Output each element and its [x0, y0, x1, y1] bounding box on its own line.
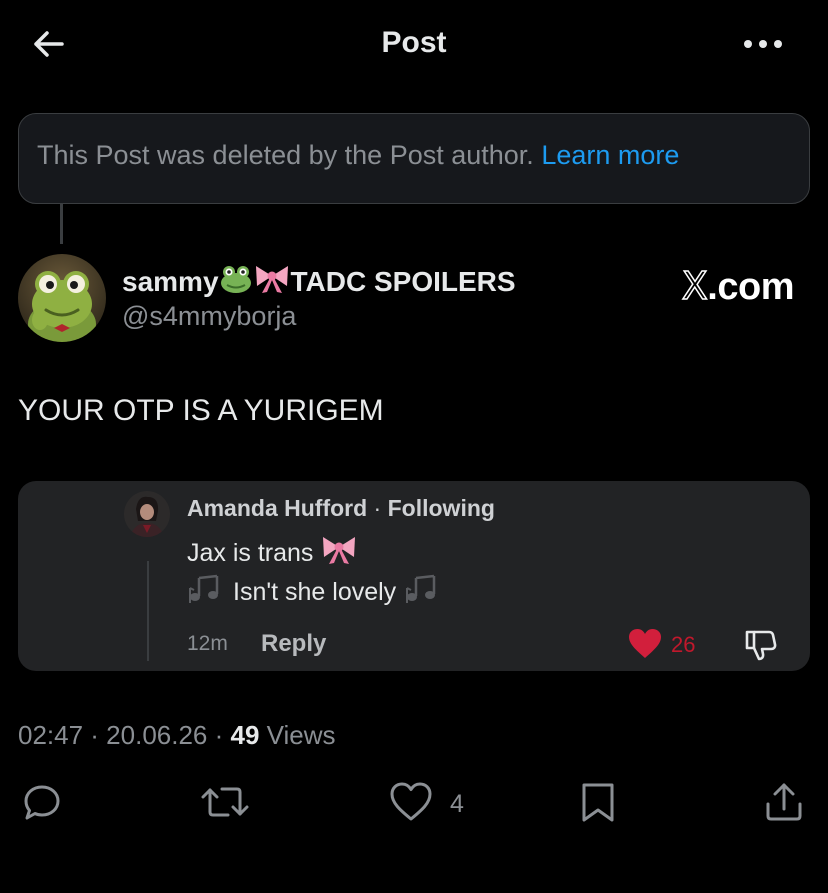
quote-author-avatar[interactable] — [124, 491, 170, 537]
bookmark-icon — [582, 783, 614, 822]
views-label: Views — [259, 720, 336, 750]
deleted-notice-message: This Post was deleted by the Post author… — [37, 140, 534, 170]
share-icon — [766, 783, 802, 821]
post-meta: 02:47 · 20.06.26 · 49 Views — [18, 720, 336, 751]
musical-notes-emoji-icon — [187, 574, 225, 613]
x-logo-letter: X — [681, 263, 709, 309]
heart-filled-icon[interactable] — [628, 628, 662, 660]
following-label: Following — [387, 495, 495, 521]
share-button[interactable] — [762, 780, 806, 828]
quote-like-count: 26 — [671, 632, 696, 657]
repost-icon — [201, 787, 249, 817]
ribbon-emoji-icon — [253, 264, 291, 301]
x-logo-domain: .com — [707, 266, 794, 308]
x-com-watermark: X.com — [681, 263, 794, 309]
quote-line2-text: Isn't she lovely — [233, 578, 397, 606]
post-body-text: YOUR OTP IS A YURIGEM — [18, 394, 384, 427]
deleted-notice-text: This Post was deleted by the Post author… — [37, 140, 679, 171]
repost-button[interactable] — [200, 780, 250, 828]
quote-author-line: Amanda Hufford · Following — [187, 495, 495, 522]
quote-reply-button[interactable]: Reply — [261, 630, 326, 658]
quote-separator: · — [367, 495, 388, 521]
quote-line1-text: Jax is trans — [187, 539, 314, 567]
heart-icon — [390, 782, 432, 821]
quote-timestamp: 12m — [187, 632, 228, 655]
author-name-suffix: TADC SPOILERS — [290, 266, 516, 297]
like-count: 4 — [450, 790, 464, 818]
author-display-name[interactable]: sammy TADC SPOILERS — [122, 264, 516, 301]
post-actions-bar: 4 — [0, 780, 828, 830]
person-avatar-image — [124, 491, 170, 537]
author-handle[interactable]: @s4mmyborja — [122, 301, 296, 332]
more-options-button[interactable] — [738, 28, 788, 60]
arrow-left-icon — [34, 31, 64, 57]
thumbs-down-icon[interactable] — [743, 627, 779, 663]
frog-emoji-icon — [219, 264, 253, 301]
musical-notes-emoji-icon — [404, 574, 442, 613]
author-avatar[interactable] — [18, 254, 106, 342]
page-title: Post — [381, 26, 447, 59]
reply-icon — [24, 785, 60, 820]
author-name-text: sammy — [122, 266, 219, 297]
deleted-post-notice: This Post was deleted by the Post author… — [18, 113, 810, 204]
thread-connector — [60, 204, 63, 244]
frog-character-avatar-image — [18, 254, 106, 342]
views-count: 49 — [230, 720, 260, 750]
quote-text-line-2: Isn't she lovely — [187, 574, 442, 613]
post-timestamp: 02:47 · 20.06.26 · — [18, 720, 231, 750]
learn-more-link[interactable]: Learn more — [541, 140, 679, 170]
reply-button[interactable] — [20, 780, 64, 828]
like-button[interactable] — [388, 780, 434, 828]
quote-text-line-1: Jax is trans — [187, 535, 358, 572]
top-bar: Post — [0, 0, 828, 90]
quote-author-name[interactable]: Amanda Hufford — [187, 495, 367, 521]
ribbon-emoji-icon — [320, 535, 358, 572]
quote-thread-line — [147, 561, 149, 661]
quoted-comment-card[interactable]: Amanda Hufford · Following Jax is trans … — [18, 481, 810, 671]
back-button[interactable] — [28, 24, 68, 64]
more-horizontal-icon — [744, 40, 782, 48]
bookmark-button[interactable] — [578, 780, 618, 828]
